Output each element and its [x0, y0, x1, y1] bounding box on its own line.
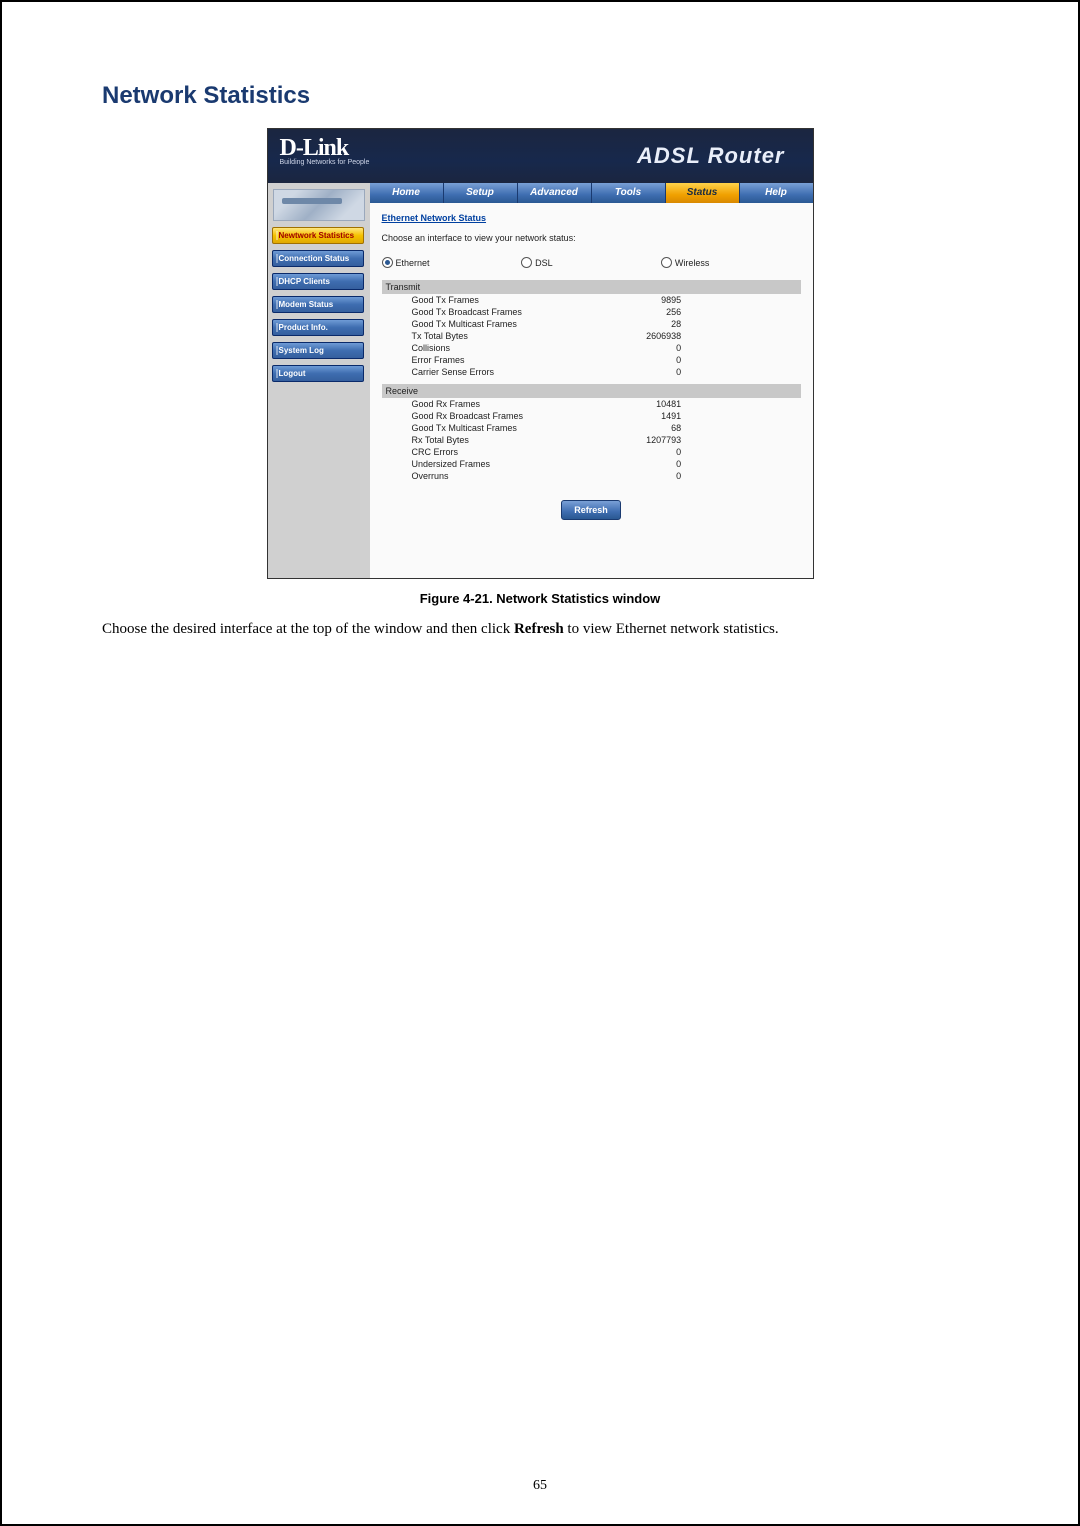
transmit-header: Transmit	[382, 280, 801, 294]
stat-label: Undersized Frames	[382, 458, 619, 470]
instruction-text: Choose an interface to view your network…	[382, 233, 801, 243]
section-heading: Ethernet Network Status	[382, 213, 801, 223]
stat-label: CRC Errors	[382, 446, 619, 458]
brand-tagline: Building Networks for People	[280, 159, 370, 166]
table-row: Good Tx Frames9895	[382, 294, 684, 306]
sidebar-item-dhcp-clients[interactable]: DHCP Clients	[272, 273, 364, 290]
stat-label: Carrier Sense Errors	[382, 366, 619, 378]
stat-value: 9895	[618, 294, 683, 306]
refresh-button[interactable]: Refresh	[561, 500, 621, 520]
table-row: Carrier Sense Errors0	[382, 366, 684, 378]
table-row: Rx Total Bytes1207793	[382, 434, 684, 446]
tab-home[interactable]: Home	[370, 183, 444, 203]
sidebar-item-system-log[interactable]: System Log	[272, 342, 364, 359]
table-row: Good Rx Frames10481	[382, 398, 684, 410]
table-row: Tx Total Bytes2606938	[382, 330, 684, 342]
page-title: Network Statistics	[102, 82, 1018, 110]
sidebar-item-network-statistics[interactable]: Newtwork Statistics	[272, 227, 364, 244]
radio-icon	[661, 257, 672, 268]
radio-label: DSL	[535, 258, 553, 268]
stat-value: 0	[619, 470, 684, 482]
radio-icon	[382, 257, 393, 268]
table-row: Good Rx Broadcast Frames1491	[382, 410, 684, 422]
tab-advanced[interactable]: Advanced	[518, 183, 592, 203]
stat-label: Tx Total Bytes	[382, 330, 619, 342]
stat-label: Error Frames	[382, 354, 619, 366]
sidebar-item-modem-status[interactable]: Modem Status	[272, 296, 364, 313]
stat-label: Good Tx Frames	[382, 294, 619, 306]
content: Ethernet Network Status Choose an interf…	[370, 203, 813, 540]
stat-label: Good Rx Frames	[382, 398, 619, 410]
table-row: Good Tx Broadcast Frames256	[382, 306, 684, 318]
body-text: Choose the desired interface at the top …	[102, 620, 978, 640]
banner-title: ADSL Router	[637, 143, 785, 169]
stat-value: 10481	[619, 398, 684, 410]
table-row: CRC Errors0	[382, 446, 684, 458]
tab-tools[interactable]: Tools	[592, 183, 666, 203]
brand-logo: D-Link	[280, 135, 349, 162]
table-row: Collisions0	[382, 342, 684, 354]
stat-value: 0	[619, 458, 684, 470]
device-image	[273, 189, 365, 221]
table-row: Good Tx Multicast Frames28	[382, 318, 684, 330]
radio-dsl[interactable]: DSL	[521, 257, 661, 268]
stat-value: 0	[618, 354, 683, 366]
tab-help[interactable]: Help	[740, 183, 813, 203]
tabs: Home Setup Advanced Tools Status Help	[370, 183, 813, 203]
stat-value: 0	[618, 366, 683, 378]
body-text-suffix: to view Ethernet network statistics.	[564, 621, 779, 637]
sidebar-item-connection-status[interactable]: Connection Status	[272, 250, 364, 267]
stat-value: 0	[619, 446, 684, 458]
radio-icon	[521, 257, 532, 268]
sidebar: Newtwork Statistics Connection Status DH…	[268, 183, 370, 578]
stat-value: 1491	[619, 410, 684, 422]
stat-value: 256	[618, 306, 683, 318]
stat-value: 68	[619, 422, 684, 434]
stat-value: 28	[618, 318, 683, 330]
radio-label: Ethernet	[396, 258, 430, 268]
stat-label: Collisions	[382, 342, 619, 354]
receive-header: Receive	[382, 384, 801, 398]
radio-label: Wireless	[675, 258, 710, 268]
table-row: Error Frames0	[382, 354, 684, 366]
stat-label: Good Rx Broadcast Frames	[382, 410, 619, 422]
receive-table: Good Rx Frames10481 Good Rx Broadcast Fr…	[382, 398, 684, 482]
stat-label: Rx Total Bytes	[382, 434, 619, 446]
stat-value: 2606938	[618, 330, 683, 342]
radio-ethernet[interactable]: Ethernet	[382, 257, 522, 268]
stat-label: Good Tx Multicast Frames	[382, 422, 619, 434]
body-text-bold: Refresh	[514, 621, 564, 637]
main-area: Home Setup Advanced Tools Status Help Et…	[370, 183, 813, 578]
sidebar-item-logout[interactable]: Logout	[272, 365, 364, 382]
stat-value: 1207793	[619, 434, 684, 446]
banner: D-Link Building Networks for People ADSL…	[268, 129, 813, 183]
page-number: 65	[2, 1478, 1078, 1494]
transmit-table: Good Tx Frames9895 Good Tx Broadcast Fra…	[382, 294, 684, 378]
stat-label: Good Tx Multicast Frames	[382, 318, 619, 330]
table-row: Overruns0	[382, 470, 684, 482]
router-window: D-Link Building Networks for People ADSL…	[267, 128, 814, 579]
stat-label: Good Tx Broadcast Frames	[382, 306, 619, 318]
tab-setup[interactable]: Setup	[444, 183, 518, 203]
radio-wireless[interactable]: Wireless	[661, 257, 801, 268]
sidebar-item-product-info[interactable]: Product Info.	[272, 319, 364, 336]
table-row: Good Tx Multicast Frames68	[382, 422, 684, 434]
figure-caption: Figure 4-21. Network Statistics window	[62, 591, 1018, 606]
table-row: Undersized Frames0	[382, 458, 684, 470]
tab-status[interactable]: Status	[666, 183, 740, 203]
body-text-prefix: Choose the desired interface at the top …	[102, 621, 514, 637]
stat-label: Overruns	[382, 470, 619, 482]
stat-value: 0	[618, 342, 683, 354]
